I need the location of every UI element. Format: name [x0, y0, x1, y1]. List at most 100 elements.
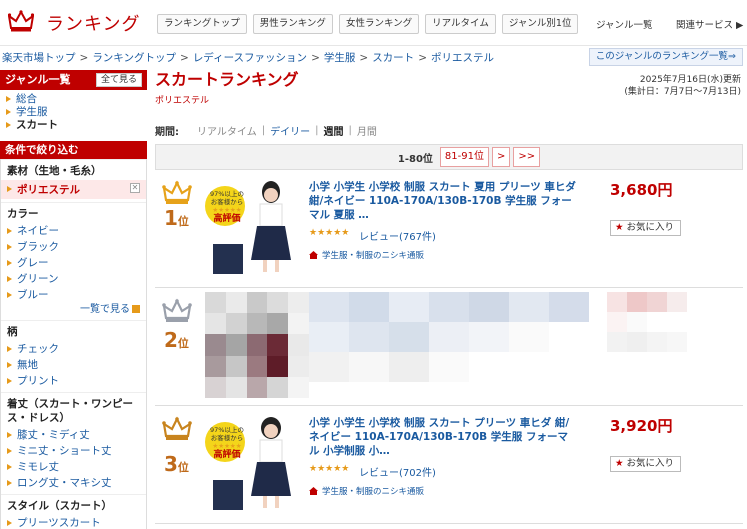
breadcrumb-item[interactable]: ポリエステル — [431, 52, 494, 64]
badge-line: お客様から — [210, 434, 244, 442]
period-label: 期間: — [155, 127, 179, 138]
nav-ranking-top[interactable]: ランキングトップ — [157, 14, 247, 34]
filter-option[interactable]: グリーン — [7, 271, 146, 287]
pager-current: 1-80位 — [397, 153, 433, 165]
product-title-link[interactable]: 小学 小学生 小学校 制服 スカート 夏用 プリーツ 車ヒダ 紺/ネイビー 11… — [309, 180, 577, 222]
favorite-label: お気に入り — [626, 222, 675, 233]
header: ランキング ランキングトップ 男性ランキング 女性ランキング リアルタイム ジャ… — [0, 0, 747, 46]
gold-crown-icon — [162, 180, 192, 204]
show-all-button[interactable]: 全て見る — [95, 73, 142, 87]
genre-item-current: スカート — [6, 119, 147, 132]
genre-ranking-list-link[interactable]: このジャンルのランキング一覧⇒ — [588, 48, 743, 66]
filter-title: 柄 — [7, 326, 18, 338]
period-selector: 期間: リアルタイム | デイリー | 週間 | 月間 — [155, 123, 743, 138]
filter-option[interactable]: プリーツスカート — [7, 515, 146, 529]
rank-suffix: 位 — [177, 337, 189, 350]
breadcrumb-separator: > — [79, 52, 89, 64]
badge-stars: ★★★★★ — [212, 206, 242, 214]
filter-option[interactable]: ブルー — [7, 287, 146, 303]
filter-option[interactable]: 膝丈・ミディ丈 — [7, 427, 146, 443]
breadcrumb-item[interactable]: ランキングトップ — [92, 52, 176, 64]
update-date: 2025年7月16日(水)更新 (集計日：7月7日～7月13日) — [624, 74, 741, 98]
favorite-label: お気に入り — [626, 458, 675, 469]
close-icon[interactable]: ✕ — [130, 183, 140, 193]
breadcrumb-item[interactable]: スカート — [372, 52, 414, 64]
filter-style: スタイル（スカート） プリーツスカート — [1, 494, 146, 529]
breadcrumb-item[interactable]: 学生服 — [324, 52, 356, 64]
ranking-item: 2位 — [155, 288, 743, 406]
product-title-link[interactable]: 小学 小学生 小学校 制服 スカート プリーツ 車ヒダ 紺/ネイビー 110A-… — [309, 416, 577, 458]
filter-option[interactable]: 無地 — [7, 357, 146, 373]
shop-link[interactable]: 学生服・制服のニシキ通販 — [309, 249, 424, 261]
genre-item[interactable]: 総合 — [6, 93, 147, 106]
favorite-button[interactable]: ★ お気に入り — [610, 456, 682, 472]
filter-option[interactable]: グレー — [7, 255, 146, 271]
review-link[interactable]: レビュー(702件) — [359, 464, 436, 479]
badge-stars: ★★★★★ — [212, 442, 242, 450]
show-more-label: 一覧で見る — [80, 304, 130, 315]
rating-stars: ★★★★★ — [309, 228, 350, 238]
filter-pattern: 柄 チェック 無地 プリント — [1, 320, 146, 392]
nav-realtime[interactable]: リアルタイム — [425, 14, 496, 34]
breadcrumb-separator: > — [311, 52, 320, 64]
breadcrumb-item[interactable]: 楽天市場トップ — [2, 52, 76, 64]
badge-line: お客様から — [210, 198, 244, 206]
pager-next[interactable]: > — [491, 147, 511, 167]
period-daily[interactable]: デイリー — [270, 123, 310, 138]
arrow-icon — [132, 305, 140, 313]
divider: | — [315, 125, 319, 136]
main-content: スカートランキング ポリエステル 2025年7月16日(水)更新 (集計日：7月… — [155, 70, 743, 524]
divider: | — [348, 125, 352, 136]
genre-item[interactable]: 学生服 — [6, 106, 147, 119]
nav-male-ranking[interactable]: 男性ランキング — [252, 14, 333, 34]
pager-next-range[interactable]: 81-91位 — [439, 147, 489, 167]
rank-value: 3 — [164, 452, 178, 476]
review-link[interactable]: レビュー(767件) — [359, 228, 436, 243]
rank-number: 2位 — [164, 328, 189, 352]
badge-text: 97%以上の お客様から ★★★★★ 高評価 — [207, 190, 247, 224]
nav-female-ranking[interactable]: 女性ランキング — [338, 14, 420, 34]
genre-list-link[interactable]: ジャンル一覧 — [596, 17, 653, 31]
filter-option[interactable]: ミモレ丈 — [7, 459, 146, 475]
filter-option[interactable]: チェック — [7, 341, 146, 357]
logo-text[interactable]: ランキング — [46, 10, 140, 36]
filter-title: 着丈（スカート・ワンピース・ドレス） — [7, 398, 133, 424]
shop-name: 学生服・制服のニシキ通販 — [322, 487, 425, 497]
badge-highlight: 高評価 — [213, 214, 241, 224]
nav-genre-first[interactable]: ジャンル別1位 — [501, 14, 579, 34]
pager-last[interactable]: >> — [513, 147, 541, 167]
home-icon — [309, 251, 318, 259]
filter-option[interactable]: ブラック — [7, 239, 146, 255]
product-image[interactable]: 97%以上の お客様から ★★★★★ 高評価 — [205, 416, 293, 512]
favorite-button[interactable]: ★ お気に入り — [610, 220, 682, 236]
rating-stars: ★★★★★ — [309, 464, 350, 474]
blurred-product-title — [309, 292, 589, 382]
filter-option[interactable]: プリント — [7, 373, 146, 389]
show-more-link[interactable]: 一覧で見る — [7, 303, 146, 317]
filter-selected-label: ポリエステル — [17, 184, 80, 196]
rank-number: 1位 — [164, 206, 189, 230]
filter-header: 条件で絞り込む — [0, 141, 147, 159]
product-image[interactable]: 97%以上の お客様から ★★★★★ 高評価 — [205, 180, 293, 276]
breadcrumb-item[interactable]: レディースファッション — [193, 52, 307, 64]
period-range: (集計日：7月7日～7月13日) — [624, 87, 741, 97]
shop-link[interactable]: 学生服・制服のニシキ通販 — [309, 485, 424, 497]
divider: | — [261, 125, 266, 136]
filter-option[interactable]: ミニ丈・ショート丈 — [7, 443, 146, 459]
related-services-link[interactable]: 関連サービス ▶ — [676, 17, 743, 31]
filter-option[interactable]: ロング丈・マキシ丈 — [7, 475, 146, 491]
period-weekly: 週間 — [323, 127, 344, 138]
filter-selected-material[interactable]: ポリエステル ✕ — [1, 180, 146, 199]
blurred-product-image[interactable] — [205, 292, 309, 398]
badge-text: 97%以上の お客様から ★★★★★ 高評価 — [207, 426, 247, 460]
breadcrumb: 楽天市場トップ > ランキングトップ > レディースファッション > 学生服 > スカート > ポリ… — [2, 50, 494, 65]
rank-number: 3位 — [164, 452, 189, 476]
crown-logo-icon[interactable] — [8, 10, 34, 32]
home-icon — [309, 487, 318, 495]
star-icon: ★ — [615, 222, 624, 233]
shop-name: 学生服・制服のニシキ通販 — [322, 251, 425, 261]
filter-option[interactable]: ネイビー — [7, 223, 146, 239]
filter-title: スタイル（スカート） — [7, 500, 112, 512]
badge-highlight: 高評価 — [213, 450, 241, 460]
breadcrumb-separator: > — [180, 52, 189, 64]
